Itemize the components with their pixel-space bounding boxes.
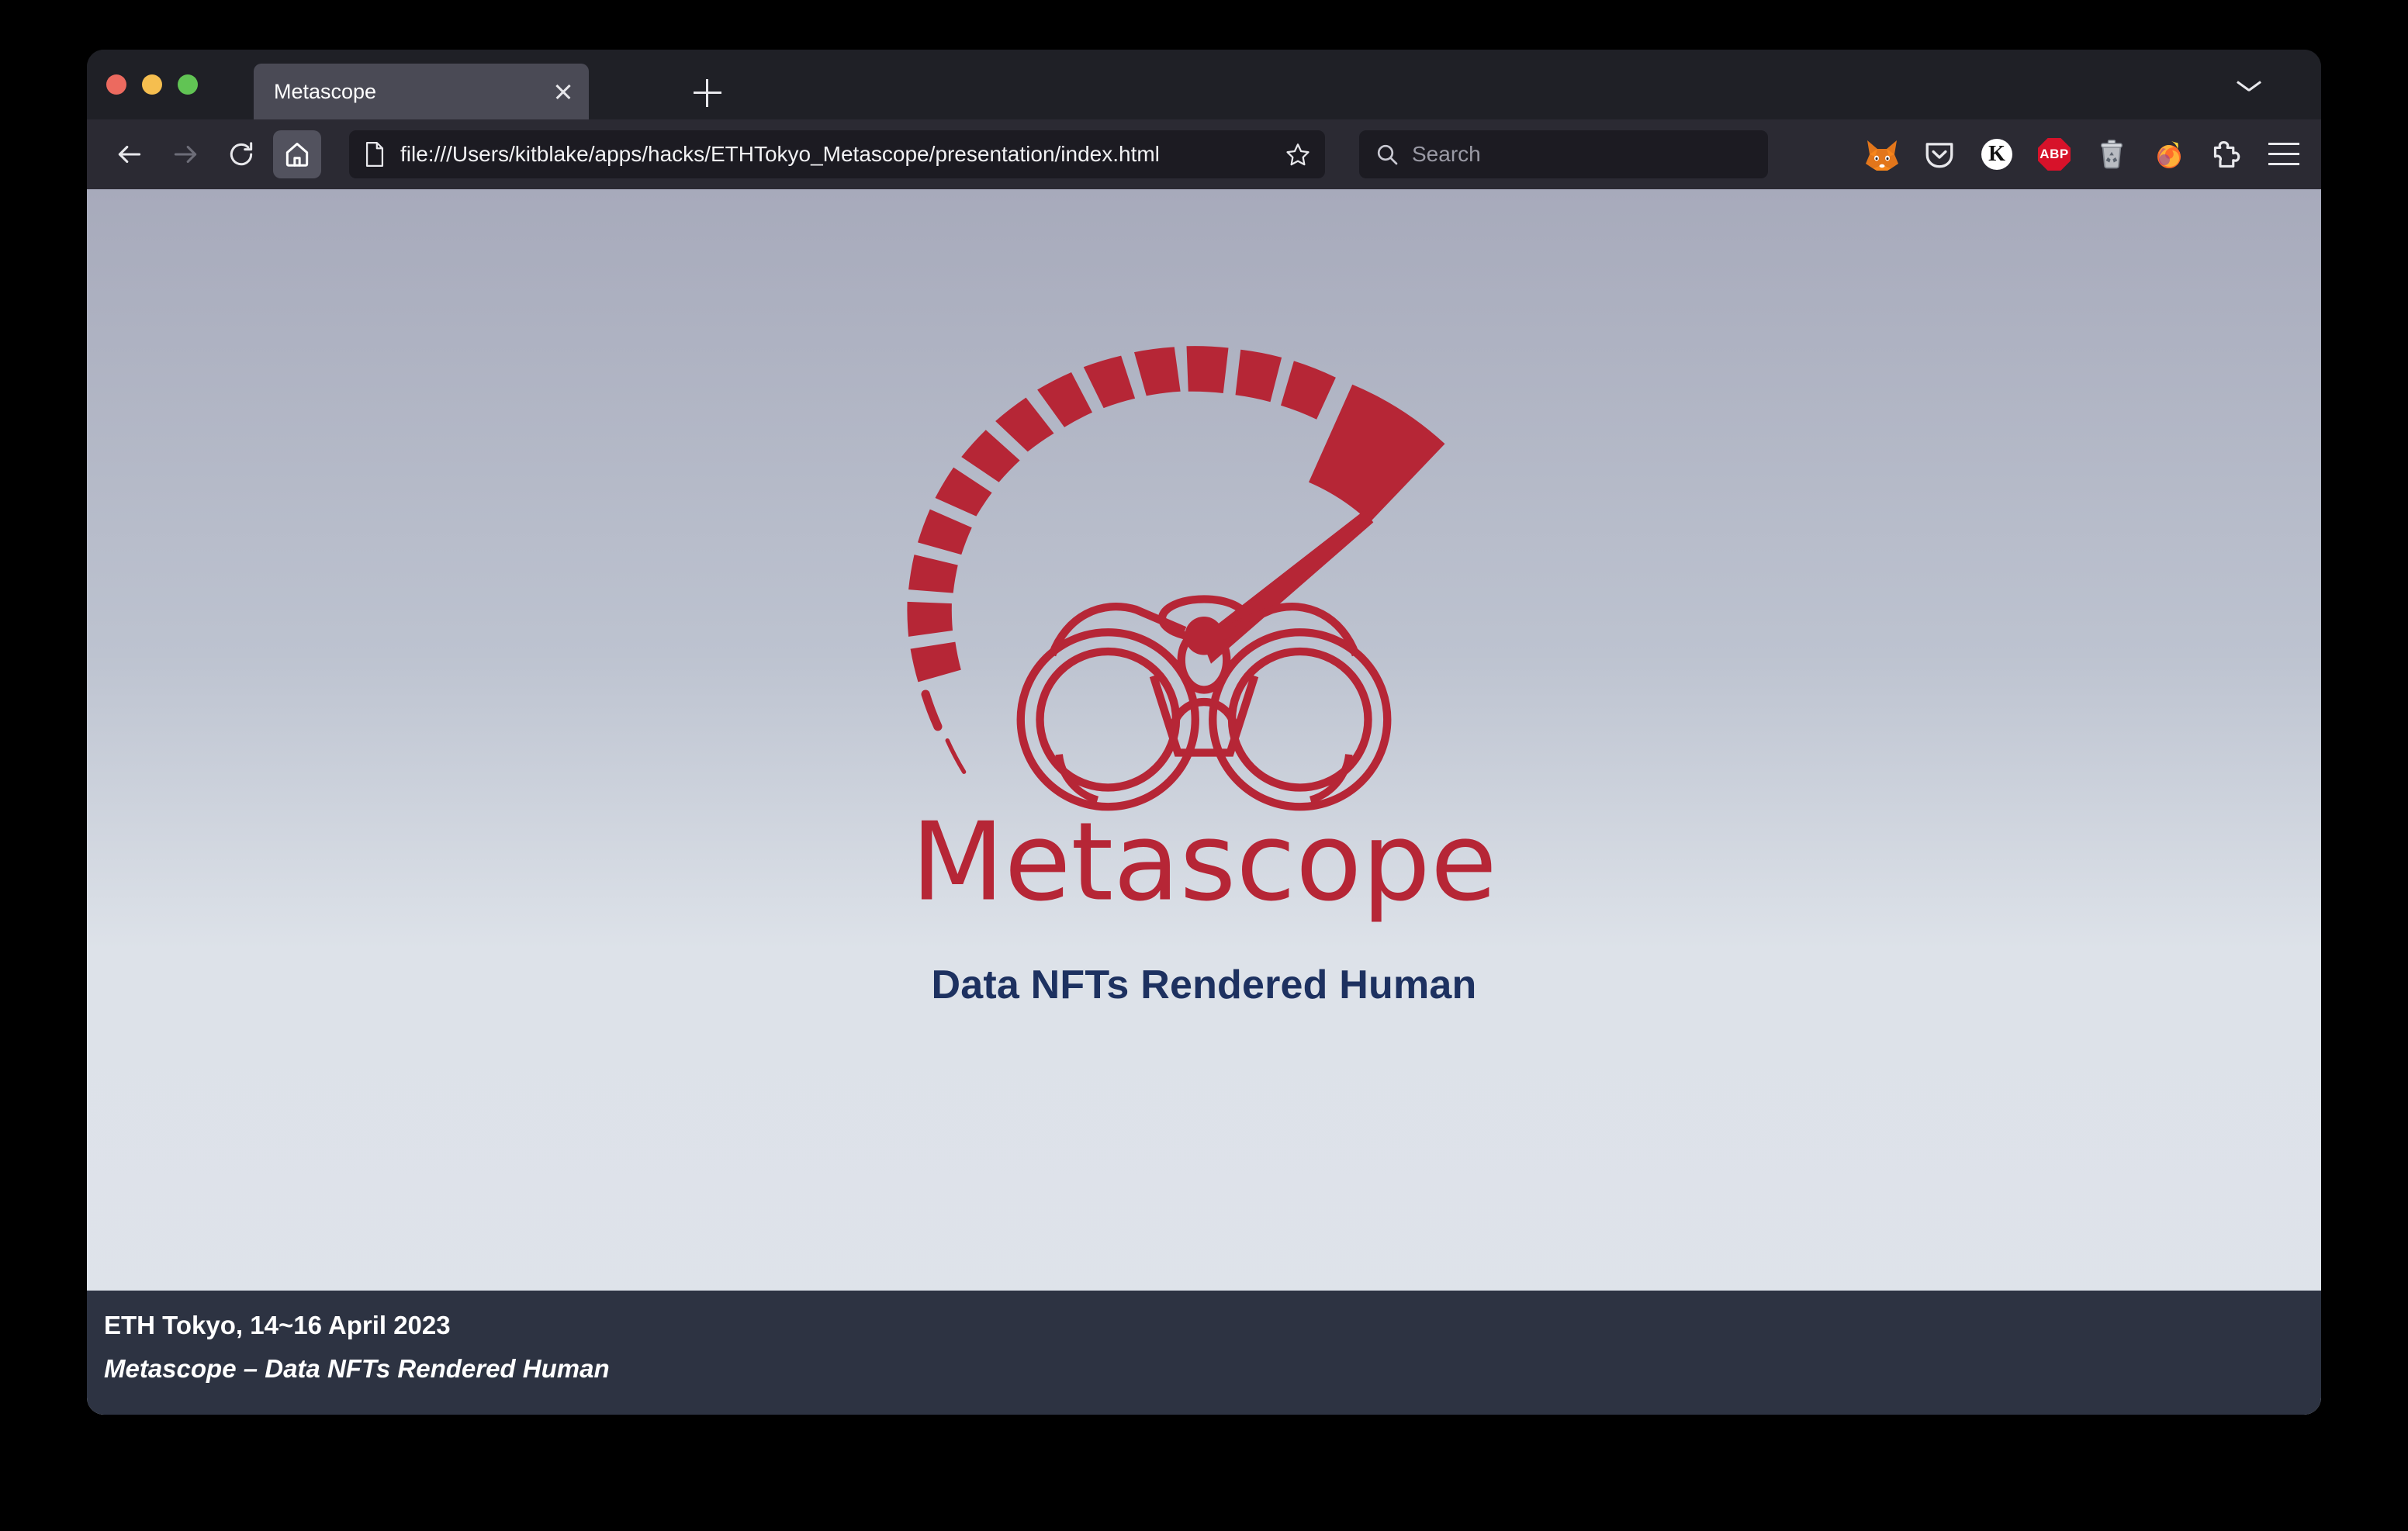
abp-label: ABP <box>2038 138 2071 171</box>
page-document-icon <box>365 141 384 168</box>
trash-icon[interactable] <box>2093 136 2130 173</box>
back-button[interactable] <box>106 130 154 178</box>
page-title: Data NFTs Rendered Human <box>931 962 1477 1007</box>
arrow-right-icon <box>174 145 197 164</box>
keplr-icon[interactable]: K <box>1978 136 2015 173</box>
page-viewport: Metascope Data NFTs Rendered Human ETH T… <box>87 189 2321 1415</box>
chevron-down-icon[interactable] <box>2237 81 2261 93</box>
new-tab-icon[interactable] <box>694 79 721 107</box>
needle-hub <box>1185 617 1223 655</box>
browser-tab[interactable]: Metascope <box>254 64 589 119</box>
trash-glyph <box>2101 140 2123 169</box>
address-bar[interactable]: file:///Users/kitblake/apps/hacks/ETHTok… <box>349 130 1325 178</box>
metamask-icon[interactable] <box>1863 136 1901 173</box>
maximize-window-button[interactable] <box>178 74 198 95</box>
arrow-left-icon <box>118 145 141 164</box>
metascope-logo: Metascope <box>855 261 1553 959</box>
tab-title: Metascope <box>274 79 377 103</box>
metascope-logo-svg: Metascope <box>907 346 1497 925</box>
keplr-letter: K <box>1981 139 2012 170</box>
footer-event: ETH Tokyo, 14~16 April 2023 <box>104 1311 451 1339</box>
forward-button[interactable] <box>161 130 209 178</box>
browser-window: Metascope file:///Users/kitblake/apps/ha… <box>87 50 2321 1415</box>
logo-wordmark: Metascope <box>911 800 1496 925</box>
window-traffic-lights <box>106 74 198 95</box>
pocket-icon[interactable] <box>1921 136 1958 173</box>
footer-subtitle: Metascope – Data NFTs Rendered Human <box>104 1354 610 1383</box>
reload-button[interactable] <box>217 130 265 178</box>
search-bar[interactable]: Search <box>1359 130 1768 178</box>
tab-strip: Metascope <box>87 50 2321 119</box>
minimize-window-button[interactable] <box>142 74 162 95</box>
close-window-button[interactable] <box>106 74 126 95</box>
fox-glyph <box>1866 140 1898 171</box>
puzzle-extensions-icon[interactable] <box>2208 136 2245 173</box>
hamburger-bars <box>2268 143 2299 166</box>
firefox-glyph <box>2157 141 2181 168</box>
navigation-toolbar: file:///Users/kitblake/apps/hacks/ETHTok… <box>87 119 2321 189</box>
search-placeholder: Search <box>1412 142 1481 166</box>
puzzle-piece-glyph <box>2213 141 2240 168</box>
pocket-glyph <box>1925 143 1953 168</box>
adblock-plus-icon[interactable]: ABP <box>2036 136 2073 173</box>
reload-icon <box>230 142 253 166</box>
home-button[interactable] <box>273 130 321 178</box>
home-icon <box>285 143 309 167</box>
firefox-icon[interactable] <box>2150 136 2188 173</box>
bookmark-star-icon[interactable] <box>1285 141 1311 168</box>
extensions-tray: K ABP <box>1863 136 2310 173</box>
url-text: file:///Users/kitblake/apps/hacks/ETHTok… <box>400 142 1160 166</box>
close-tab-icon[interactable] <box>545 74 581 109</box>
search-icon <box>1377 144 1398 165</box>
hamburger-menu-icon[interactable] <box>2265 136 2302 173</box>
presentation-slide: Metascope Data NFTs Rendered Human ETH T… <box>87 189 2321 1415</box>
slide-footer: ETH Tokyo, 14~16 April 2023 Metascope – … <box>87 1291 2321 1415</box>
